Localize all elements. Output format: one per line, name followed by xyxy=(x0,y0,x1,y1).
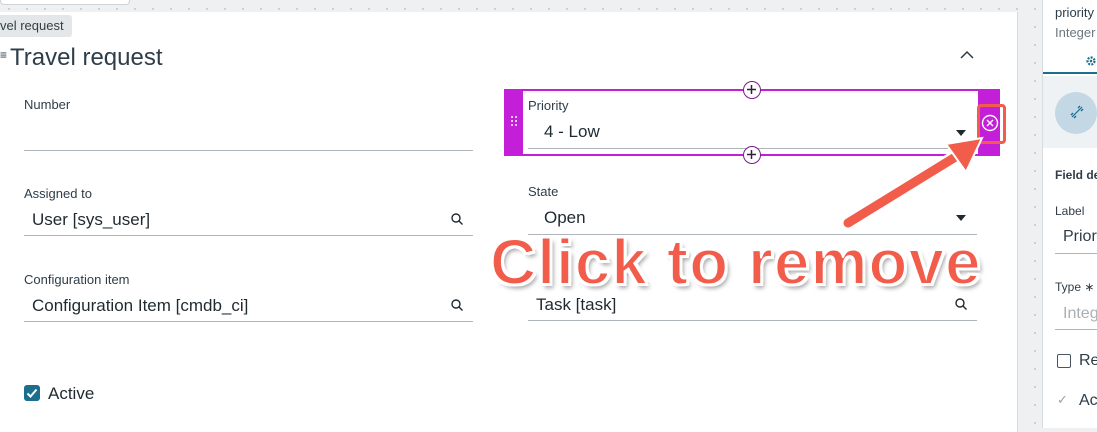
add-field-plus-icon xyxy=(747,150,756,159)
section-title: Travel request xyxy=(10,44,163,71)
link-icon xyxy=(1070,105,1084,119)
configuration-item-input[interactable]: Configuration Item [cmdb_ci] xyxy=(32,296,248,316)
state-label: State xyxy=(528,184,559,199)
active-label: Active xyxy=(48,384,95,403)
assigned-to-input[interactable]: User [sys_user] xyxy=(32,210,150,230)
configuration-item-label: Configuration item xyxy=(24,272,130,287)
annotation-label: Click to remove xyxy=(489,225,982,299)
panel-type-underline xyxy=(1055,329,1097,330)
panel-field-name: priority xyxy=(1055,5,1095,20)
assigned-to-underline xyxy=(24,235,473,236)
number-underline xyxy=(24,150,473,151)
collapse-chevron-icon[interactable] xyxy=(958,48,976,62)
panel-label-underline xyxy=(1055,253,1097,254)
panel-label-input[interactable]: Prior xyxy=(1063,228,1097,246)
priority-select[interactable]: 4 - Low xyxy=(544,122,600,142)
add-field-below-button[interactable] xyxy=(743,146,761,164)
top-tab[interactable] xyxy=(0,0,130,5)
drag-handle[interactable] xyxy=(504,89,523,156)
task-underline xyxy=(528,320,977,321)
priority-label: Priority xyxy=(528,98,569,113)
checkmark-icon xyxy=(26,388,38,398)
properties-panel: priority Integer Field de Label Prior Ty… xyxy=(1042,0,1097,428)
gear-icon[interactable] xyxy=(1085,55,1097,67)
search-icon[interactable] xyxy=(450,212,464,226)
panel-checkbox-1[interactable] xyxy=(1057,354,1071,368)
panel-type-input: Integ xyxy=(1063,305,1097,322)
panel-section-heading: Field de xyxy=(1055,168,1097,182)
panel-type-caption: Type ∗ xyxy=(1055,280,1095,294)
panel-label-caption: Label xyxy=(1055,204,1085,218)
section-drag-icon[interactable]: ≡ xyxy=(0,48,7,62)
add-field-plus-icon xyxy=(747,85,756,94)
search-icon[interactable] xyxy=(450,298,464,312)
configuration-item-underline xyxy=(24,321,473,322)
search-icon[interactable] xyxy=(954,297,968,311)
checkmark-icon: ✓ xyxy=(1057,392,1068,407)
drag-grip-icon xyxy=(511,116,517,126)
panel-checkbox-1-label: Re xyxy=(1079,352,1097,369)
number-label: Number xyxy=(24,97,71,112)
panel-field-type: Integer xyxy=(1055,25,1096,40)
active-checkbox[interactable] xyxy=(24,385,40,401)
breadcrumb[interactable]: vel request xyxy=(0,15,72,37)
add-field-above-button[interactable] xyxy=(743,81,761,99)
assigned-to-label: Assigned to xyxy=(24,186,92,201)
annotation-arrow xyxy=(841,136,984,230)
panel-tab-indicator xyxy=(1043,72,1097,74)
panel-checkbox-2-label: Act xyxy=(1079,392,1097,409)
